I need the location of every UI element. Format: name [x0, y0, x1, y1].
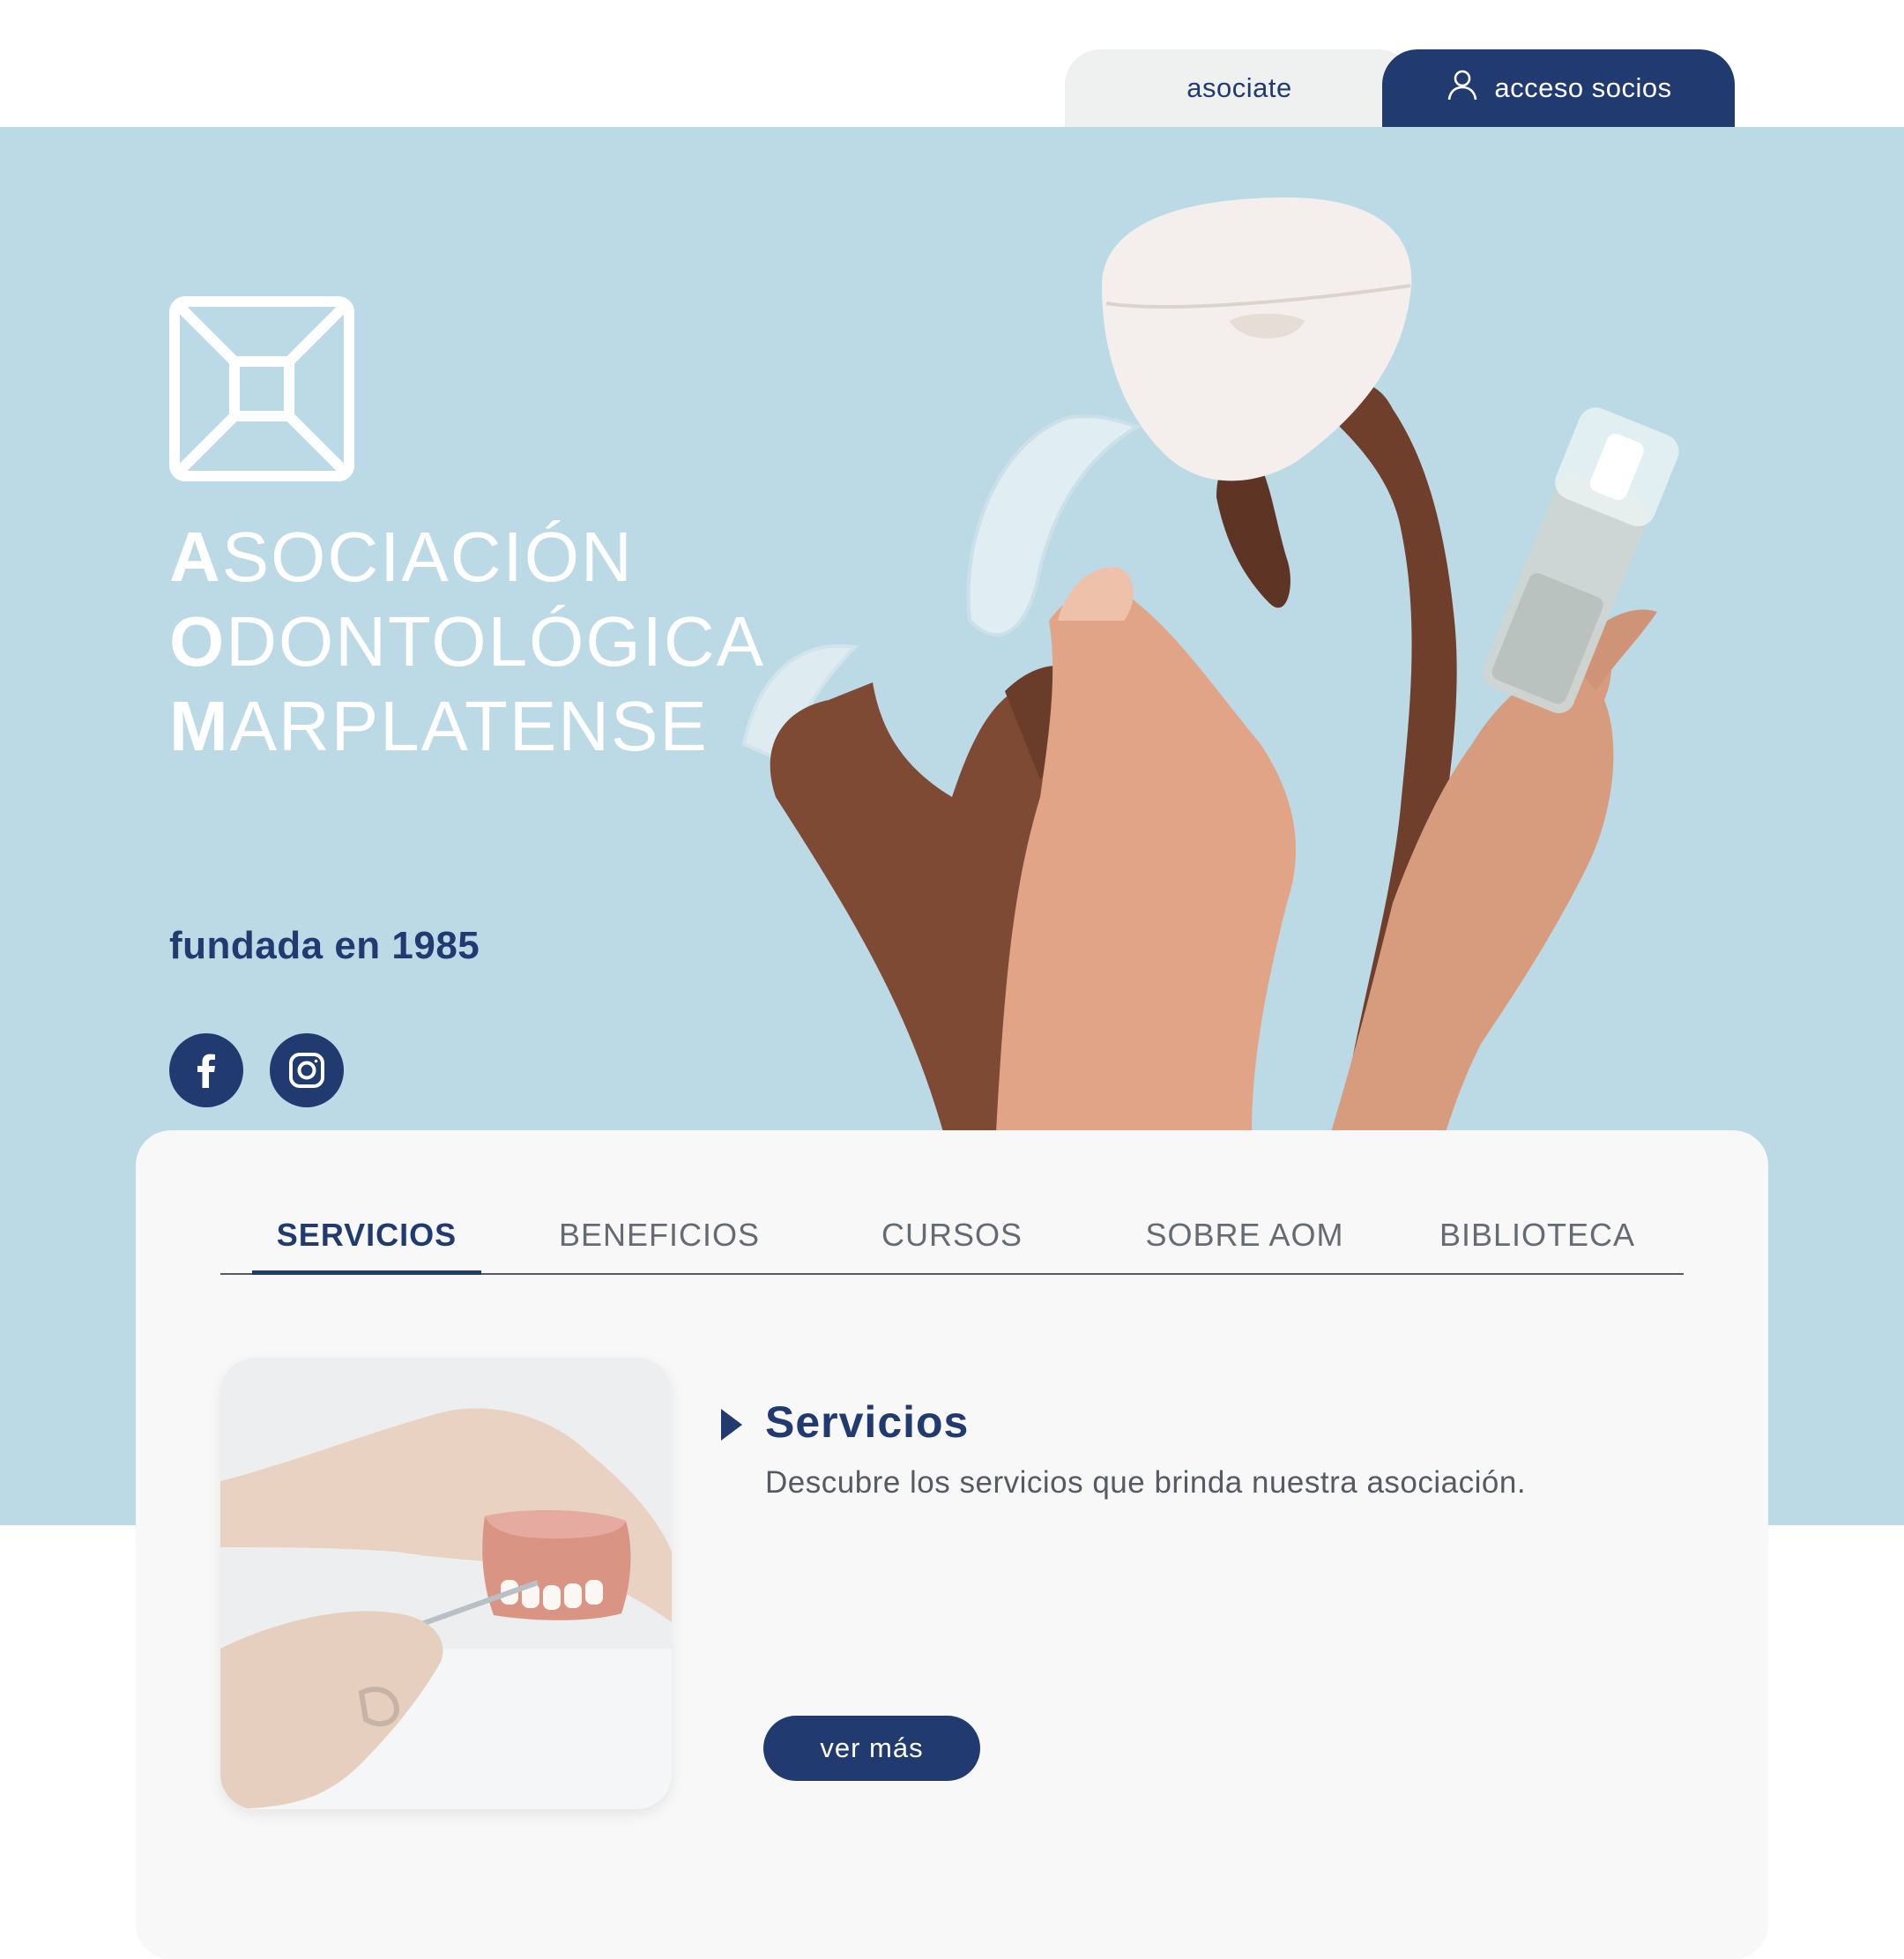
- instagram-icon: [289, 1053, 324, 1088]
- acceso-socios-label: acceso socios: [1494, 72, 1672, 103]
- founded-text: fundada en 1985: [169, 924, 480, 967]
- asociate-button[interactable]: asociate: [1065, 49, 1414, 127]
- tab-biblioteca-label: BIBLIOTECA: [1439, 1217, 1636, 1253]
- ver-mas-button[interactable]: ver más: [763, 1716, 980, 1781]
- title-initial-3: M: [169, 687, 230, 765]
- facebook-link[interactable]: [169, 1033, 243, 1107]
- title-rest-2: DONTOLÓGICA: [226, 602, 765, 681]
- top-bar: asociate acceso socios: [0, 0, 1904, 127]
- tab-beneficios-label: BENEFICIOS: [558, 1217, 761, 1253]
- tab-cursos-label: CURSOS: [881, 1217, 1023, 1253]
- user-icon: [1445, 67, 1480, 109]
- dental-model-photo: [220, 1358, 672, 1809]
- asociate-label: asociate: [1186, 72, 1292, 103]
- facebook-icon: [197, 1054, 215, 1088]
- title-line-1: ASOCIACIÓN: [169, 515, 765, 600]
- instagram-link[interactable]: [270, 1033, 344, 1107]
- active-tab-indicator: [252, 1270, 481, 1275]
- title-line-3: MARPLATENSE: [169, 684, 765, 769]
- service-title: Servicios: [765, 1397, 970, 1447]
- title-rest-1: SOCIACIÓN: [221, 518, 634, 596]
- acceso-socios-button[interactable]: acceso socios: [1382, 49, 1735, 127]
- tab-biblioteca[interactable]: BIBLIOTECA: [1391, 1197, 1684, 1273]
- section-tabs: SERVICIOS BENEFICIOS CURSOS SOBRE AOM BI…: [220, 1197, 1684, 1275]
- tab-sobre-aom-label: SOBRE AOM: [1145, 1217, 1344, 1253]
- tab-servicios[interactable]: SERVICIOS: [220, 1197, 513, 1275]
- tab-beneficios[interactable]: BENEFICIOS: [513, 1197, 806, 1273]
- tab-cursos[interactable]: CURSOS: [806, 1197, 1098, 1273]
- hero-hands-illustration: [741, 197, 1679, 1132]
- tab-servicios-label: SERVICIOS: [276, 1217, 457, 1253]
- aom-logo-icon: [169, 296, 354, 481]
- play-arrow-icon: [721, 1409, 742, 1441]
- content-card: SERVICIOS BENEFICIOS CURSOS SOBRE AOM BI…: [136, 1130, 1768, 1959]
- title-rest-3: ARPLATENSE: [229, 687, 709, 765]
- association-title: ASOCIACIÓN ODONTOLÓGICA MARPLATENSE: [169, 515, 765, 769]
- title-line-2: ODONTOLÓGICA: [169, 600, 765, 684]
- title-initial-2: O: [169, 602, 227, 681]
- ver-mas-label: ver más: [820, 1732, 924, 1763]
- title-initial-1: A: [169, 518, 222, 596]
- service-description: Descubre los servicios que brinda nuestr…: [765, 1465, 1527, 1500]
- tab-sobre-aom[interactable]: SOBRE AOM: [1098, 1197, 1391, 1273]
